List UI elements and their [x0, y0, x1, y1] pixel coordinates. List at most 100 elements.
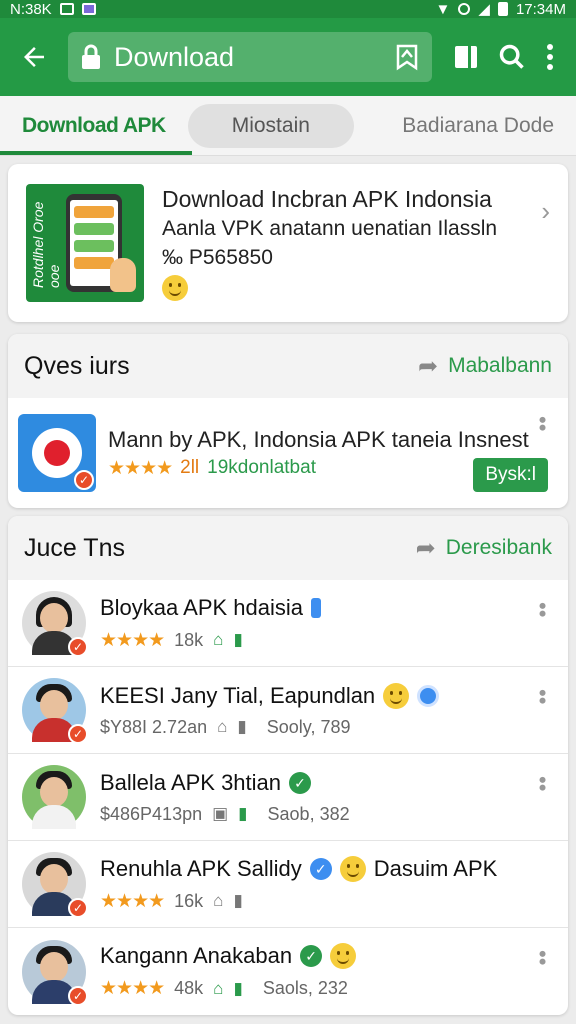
hero-description: Download Incbran APK Indonsia Aanla VPK … [162, 185, 550, 301]
active-tab-indicator [0, 151, 192, 155]
url-text: Download [114, 41, 235, 72]
avatar: ✓ [22, 939, 88, 1006]
list-item-extra: Saols, 232 [262, 978, 348, 998]
avatar: ✓ [22, 678, 88, 744]
list-item-count: $Y88I 2.72an [100, 716, 208, 737]
hero-line-3: ‰ P565850 [162, 246, 273, 269]
overflow-menu-icon [547, 44, 553, 70]
thumbnail-side-text: Rotdlhel Oroe ooe [30, 201, 62, 288]
tab-miostain[interactable]: Miostain [187, 103, 354, 148]
smile-emoji-icon [383, 682, 410, 709]
section-juce-tns: Juce Tns ➦ Deresibank ✓ Bloykaa APK hdai… [8, 516, 568, 1015]
list-item[interactable]: ✓ Bloykaa APK hdaisia ★★★★ 18k ⌂ ▮ •• [8, 580, 568, 667]
kebab-icon[interactable]: •• [530, 602, 555, 617]
status-time: 17:34M [515, 0, 566, 18]
star-rating: ★★★★ [100, 629, 165, 651]
star-rating: ★★★★ [108, 457, 173, 479]
section-header: Qves iurs ➦ Mabalbann [8, 334, 568, 398]
app-logo-icon: ✓ [18, 414, 96, 492]
kebab-icon[interactable]: •• [530, 776, 555, 791]
smile-emoji-icon [330, 943, 357, 969]
home-icon: ⌂ [217, 717, 228, 736]
status-left-text: N:38K [10, 0, 52, 18]
list-item-title: KEESI Jany Tial, Eapundlan [100, 682, 376, 708]
list-item-title: Kangann Anakaban [100, 943, 293, 968]
verified-check-icon: ✓ [68, 724, 88, 744]
section-title: Juce Tns [24, 533, 125, 562]
kebab-icon[interactable]: •• [530, 416, 555, 431]
list-item[interactable]: ✓ Kangann Anakaban ✓ ★★★★ 48k ⌂ ▮ Saols, … [8, 928, 568, 1015]
featured-app-item[interactable]: ✓ Mann by APK, Indonsia APK taneia Insne… [8, 398, 568, 508]
list-item[interactable]: Ballela APK 3htian ✓ $486P413pn ▣ ▮ Saob,… [8, 754, 568, 841]
kebab-icon[interactable]: •• [530, 950, 555, 965]
overflow-menu-button[interactable] [538, 37, 562, 77]
list-item-extra: Sooly, 789 [266, 716, 351, 737]
list-item-count: 18k [174, 629, 204, 650]
verified-check-icon: ✓ [68, 637, 88, 657]
robot-icon: ▣ [212, 804, 229, 823]
battery-icon [497, 2, 508, 16]
storage-icon: ▮ [233, 978, 243, 998]
home-icon: ⌂ [213, 630, 224, 649]
home-icon: ⌂ [213, 891, 224, 910]
search-button[interactable] [492, 37, 532, 77]
section-title: Qves iurs [24, 351, 130, 380]
section-link-label: Deresibank [445, 536, 552, 559]
alarm-icon [458, 3, 471, 15]
hero-thumbnail: Rotdlhel Oroe ooe [26, 184, 144, 302]
rating-count: 2ll [180, 457, 200, 478]
verified-check-icon: ✓ [68, 898, 88, 918]
smile-emoji-icon [162, 274, 188, 301]
image-icon [59, 3, 74, 15]
verified-check-icon: ✓ [300, 945, 323, 967]
storage-icon: ▮ [233, 891, 243, 910]
app-bar: Download [0, 18, 576, 96]
share-icon: ➦ [417, 352, 439, 380]
avatar [22, 765, 86, 829]
hero-card[interactable]: Rotdlhel Oroe ooe Download Incbran APK I… [8, 164, 568, 322]
avatar: ✓ [22, 591, 88, 657]
list-item-title: Renuhla APK Sallidy [100, 855, 302, 881]
list-item-title: Bloykaa APK hdaisia [100, 594, 304, 620]
notification-icon [81, 3, 96, 15]
storage-icon: ▮ [238, 804, 248, 823]
hand-illustration [110, 258, 136, 292]
star-rating: ★★★★ [100, 890, 165, 912]
download-count: 19kdonlatbat [207, 457, 316, 478]
list-item-title: Ballela APK 3htian [100, 769, 282, 795]
chevron-right-icon[interactable]: › [541, 196, 550, 227]
list-item[interactable]: ✓ KEESI Jany Tial, Eapundlan $Y88I 2.72a… [8, 667, 568, 754]
list-item-count: 16k [174, 890, 204, 911]
home-icon: ⌂ [213, 978, 224, 998]
tab-badiarana-dode[interactable]: Badiarana Dode [390, 104, 566, 148]
list-item-extra: Saob, 382 [267, 803, 350, 824]
back-button[interactable] [14, 37, 54, 77]
list-item-title-suffix: Dasuim APK [373, 855, 498, 881]
list-item[interactable]: ✓ Renuhla APK Sallidy ✓ Dasuim APK ★★★★ 16… [8, 841, 568, 928]
storage-icon: ▮ [233, 630, 243, 649]
kebab-icon[interactable]: •• [530, 689, 555, 704]
book-icon [455, 46, 477, 68]
url-bar[interactable]: Download [68, 32, 432, 82]
signal-icon: ◢ [478, 1, 490, 18]
verified-check-icon: ✓ [68, 985, 88, 1006]
bookmark-icon[interactable] [394, 43, 420, 71]
lock-icon [82, 44, 100, 69]
section-more-link[interactable]: ➦ Deresibank [416, 534, 552, 563]
section-more-link[interactable]: ➦ Mabalbann [418, 352, 552, 381]
reader-button[interactable] [446, 37, 486, 77]
back-arrow-icon [24, 47, 44, 67]
search-icon [499, 44, 524, 69]
tab-download-apk[interactable]: Download APK [10, 104, 178, 148]
app-list: ✓ Bloykaa APK hdaisia ★★★★ 18k ⌂ ▮ •• ✓ … [8, 580, 568, 1015]
hero-line-1: Download Incbran APK Indonsia [162, 186, 492, 212]
wifi-icon: ▼ [435, 0, 451, 18]
gear-badge-icon [417, 684, 440, 707]
bottle-icon [311, 597, 322, 618]
buy-button[interactable]: Bysk:l [473, 458, 548, 492]
verified-check-icon: ✓ [74, 470, 94, 490]
avatar: ✓ [22, 852, 88, 918]
hero-line-2: Aanla VPK anatann uenatian Ilassln [162, 217, 498, 240]
storage-icon: ▮ [237, 717, 247, 736]
section-qves-iurs: Qves iurs ➦ Mabalbann ✓ Mann by APK, Ind… [8, 334, 568, 508]
